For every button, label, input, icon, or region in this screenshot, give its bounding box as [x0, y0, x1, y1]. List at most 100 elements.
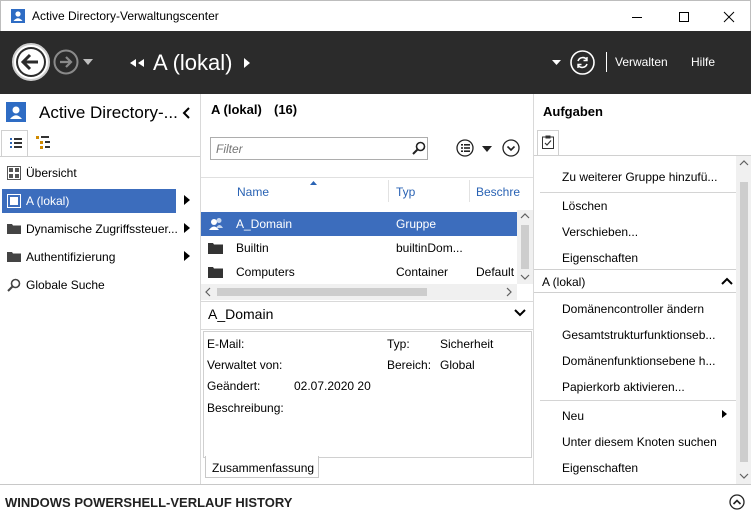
refresh-button[interactable]: [570, 50, 595, 75]
task-change-dc[interactable]: Domänencontroller ändern: [562, 302, 704, 316]
cell-type: Gruppe: [396, 217, 437, 231]
task-properties-node[interactable]: Eigenschaften: [562, 461, 638, 475]
type-label: Typ:: [387, 337, 410, 351]
tasks-scrollbar[interactable]: [736, 156, 751, 484]
list-view-tab[interactable]: [1, 130, 28, 156]
task-new[interactable]: Neu: [562, 409, 584, 423]
table-row[interactable]: Builtin builtinDom...: [201, 236, 517, 260]
history-dropdown-icon[interactable]: [83, 59, 93, 65]
folder-icon: [7, 251, 21, 262]
powershell-history-bar[interactable]: WINDOWS POWERSHELL-VERLAUF HISTORY: [0, 484, 751, 518]
search-icon: [7, 278, 21, 292]
tree-view-tab[interactable]: [36, 136, 50, 149]
column-header-name[interactable]: Name: [237, 185, 269, 199]
email-label: E-Mail:: [207, 337, 245, 351]
navigation-pane: Active Directory-... Übersicht A (lokal)…: [0, 94, 201, 484]
horizontal-scrollbar[interactable]: [201, 284, 517, 300]
cell-name: Builtin: [236, 241, 269, 255]
task-delete[interactable]: Löschen: [562, 199, 607, 213]
close-button[interactable]: [706, 1, 751, 32]
task-separator: [540, 192, 736, 193]
back-button[interactable]: [11, 42, 51, 82]
details-divider: [201, 301, 533, 302]
tasks-pane: Aufgaben Zu weiterer Gruppe hinzufü... L…: [533, 94, 751, 484]
breadcrumb-chevron-icon[interactable]: [244, 58, 250, 68]
minimize-button[interactable]: [614, 1, 660, 32]
expand-arrow-icon[interactable]: [184, 223, 190, 233]
vertical-scrollbar[interactable]: [517, 210, 533, 284]
table-row[interactable]: Computers Container Default: [201, 260, 517, 284]
options-dropdown-icon[interactable]: [552, 60, 561, 65]
collapse-pane-icon[interactable]: [182, 107, 190, 119]
modified-value: 02.07.2020 20: [294, 379, 371, 393]
tab-summary-label: Zusammenfassung: [212, 461, 315, 475]
expand-history-icon[interactable]: [729, 494, 745, 510]
task-raise-forest-level[interactable]: Gesamtstrukturfunktionseb...: [562, 328, 715, 342]
expand-circle-icon[interactable]: [502, 139, 522, 159]
details-title-divider: [201, 329, 533, 330]
section-a-lokal-header[interactable]: A (lokal): [534, 269, 736, 293]
view-dropdown-icon[interactable]: [482, 146, 492, 152]
expand-arrow-icon[interactable]: [184, 251, 190, 261]
title-bar: Active Directory-Verwaltungscenter: [0, 0, 751, 31]
nav-item-label: Authentifizierung: [26, 250, 116, 264]
overview-icon: [7, 166, 21, 180]
column-header-type[interactable]: Typ: [396, 185, 415, 199]
table-row[interactable]: A_Domain Gruppe: [201, 212, 517, 236]
cell-type: Container: [396, 265, 449, 279]
list-top-border: [201, 177, 533, 178]
filter-input[interactable]: [210, 137, 428, 160]
menu-separator: [606, 52, 607, 72]
nav-item-global-search[interactable]: Globale Suche: [0, 273, 199, 297]
folder-icon: [7, 223, 21, 234]
search-icon[interactable]: [412, 141, 426, 155]
scope-label: Bereich:: [387, 358, 432, 372]
menu-manage[interactable]: Verwalten: [615, 55, 668, 69]
tasks-tab[interactable]: [537, 130, 559, 156]
menu-help[interactable]: Hilfe: [691, 55, 715, 69]
list-options-icon[interactable]: [456, 139, 476, 159]
navigation-pane-title: Active Directory-...: [39, 103, 178, 122]
nav-item-a-lokal[interactable]: A (lokal): [2, 189, 176, 213]
column-header-description[interactable]: Beschre: [476, 185, 520, 199]
details-title: A_Domain: [208, 306, 274, 322]
expand-a-lokal-icon[interactable]: [184, 195, 190, 205]
tab-divider: [0, 156, 200, 157]
nav-item-label: Globale Suche: [26, 278, 105, 292]
type-value: Sicherheit: [440, 337, 494, 351]
nav-item-label: Übersicht: [26, 166, 77, 180]
clipboard-icon: [542, 135, 554, 149]
task-search-under-node[interactable]: Unter diesem Knoten suchen: [562, 435, 717, 449]
sort-ascending-icon: [310, 181, 317, 185]
forward-button[interactable]: [53, 49, 79, 75]
breadcrumb-location[interactable]: A (lokal): [153, 50, 232, 76]
nav-item-overview[interactable]: Übersicht: [0, 161, 199, 185]
tasks-title: Aufgaben: [543, 104, 603, 119]
folder-icon: [208, 242, 223, 254]
breadcrumb-collapse-icon[interactable]: [130, 59, 146, 67]
section-collapse-icon[interactable]: [721, 277, 733, 285]
task-properties[interactable]: Eigenschaften: [562, 251, 638, 265]
item-count: (16): [274, 102, 298, 117]
task-move[interactable]: Verschieben...: [562, 225, 638, 239]
managed-by-label: Verwaltet von:: [207, 358, 283, 372]
folder-icon: [208, 266, 223, 278]
task-separator: [540, 400, 736, 401]
navigation-bar: A (lokal) Verwalten Hilfe: [0, 31, 751, 94]
filter-field[interactable]: [211, 138, 401, 159]
cell-desc: Default: [476, 265, 515, 279]
task-add-to-group[interactable]: Zu weiterer Gruppe hinzufü...: [562, 170, 717, 184]
column-divider: [469, 180, 470, 202]
cell-type: builtinDom...: [396, 241, 463, 255]
tab-summary[interactable]: Zusammenfassung: [205, 456, 319, 478]
details-collapse-icon[interactable]: [514, 309, 526, 317]
description-label: Beschreibung:: [207, 401, 284, 415]
window-title: Active Directory-Verwaltungscenter: [32, 9, 219, 23]
task-enable-recycle-bin[interactable]: Papierkorb aktivieren...: [562, 380, 685, 394]
maximize-button[interactable]: [661, 1, 707, 32]
nav-item-authentication[interactable]: Authentifizierung: [0, 245, 199, 269]
powershell-history-label: WINDOWS POWERSHELL-VERLAUF HISTORY: [5, 495, 293, 510]
domain-icon: [7, 194, 21, 208]
nav-item-dynamic-access-control[interactable]: Dynamische Zugriffssteuer...: [0, 217, 199, 241]
task-raise-domain-level[interactable]: Domänenfunktionsebene h...: [562, 354, 715, 368]
